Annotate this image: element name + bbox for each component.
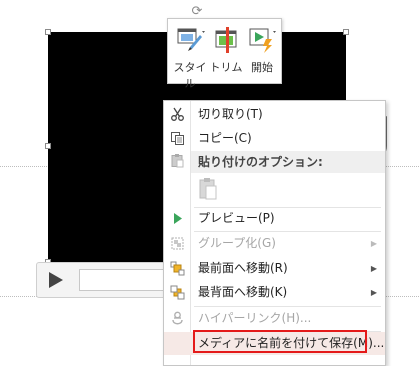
resize-handle-top-right[interactable]: [343, 29, 349, 35]
rotate-handle-icon[interactable]: ⟳: [190, 5, 204, 19]
resize-handle-middle-left[interactable]: [45, 143, 51, 149]
paste-options-header: 貼り付けのオプション:: [191, 151, 385, 173]
menu-item-bring-to-front-label: 最前面へ移動(R): [198, 261, 288, 275]
submenu-arrow-icon: ▶: [370, 239, 377, 248]
start-icon: [249, 28, 276, 53]
send-to-back-icon: [170, 285, 185, 300]
mini-toolbar: スタイル トリム 開始: [167, 18, 282, 90]
play-preview-icon: [174, 213, 182, 224]
bring-to-front-icon: [170, 261, 185, 276]
menu-item-bring-to-front[interactable]: 最前面へ移動(R) ▶: [164, 257, 385, 280]
resize-handle-top-left[interactable]: [45, 29, 51, 35]
menu-item-group: グループ化(G) ▶: [164, 232, 385, 255]
menu-item-hyperlink: ハイパーリンク(H)...: [164, 307, 385, 330]
menu-item-cut-label: 切り取り(T): [198, 107, 263, 121]
paste-clipboard-icon: [199, 178, 217, 200]
menu-item-cut[interactable]: 切り取り(T): [164, 103, 385, 126]
style-icon: [177, 28, 205, 51]
hyperlink-icon: [172, 311, 183, 325]
menu-item-copy-label: コピー(C): [198, 131, 252, 145]
menu-item-copy[interactable]: コピー(C): [164, 127, 385, 150]
style-button[interactable]: スタイル: [172, 23, 208, 90]
style-label: スタイル: [173, 61, 207, 90]
paste-icon: [171, 154, 184, 168]
highlight-annotation-box: [193, 330, 367, 353]
paste-options-header-label: 貼り付けのオプション:: [198, 155, 323, 169]
start-label: 開始: [251, 61, 273, 74]
copy-icon: [171, 132, 184, 145]
start-button[interactable]: 開始: [244, 23, 280, 81]
scissors-icon: [171, 107, 184, 121]
play-icon[interactable]: [49, 272, 63, 288]
submenu-arrow-icon: ▶: [370, 288, 377, 297]
context-menu: 切り取り(T) コピー(C) 貼り付けのオプション: プレビュー(P) グループ…: [163, 100, 386, 366]
menu-item-preview[interactable]: プレビュー(P): [164, 207, 385, 230]
group-icon: [171, 237, 184, 250]
submenu-arrow-icon: ▶: [370, 264, 377, 273]
menu-item-preview-label: プレビュー(P): [198, 211, 275, 225]
menu-item-group-label: グループ化(G): [198, 236, 276, 250]
trim-icon: [215, 27, 237, 53]
menu-item-send-to-back-label: 最背面へ移動(K): [198, 285, 288, 299]
paste-option-keep-source-button[interactable]: [194, 175, 224, 203]
trim-label: トリム: [209, 61, 243, 74]
menu-item-hyperlink-label: ハイパーリンク(H)...: [198, 311, 312, 325]
menu-item-send-to-back[interactable]: 最背面へ移動(K) ▶: [164, 281, 385, 304]
trim-button[interactable]: トリム: [208, 23, 244, 81]
